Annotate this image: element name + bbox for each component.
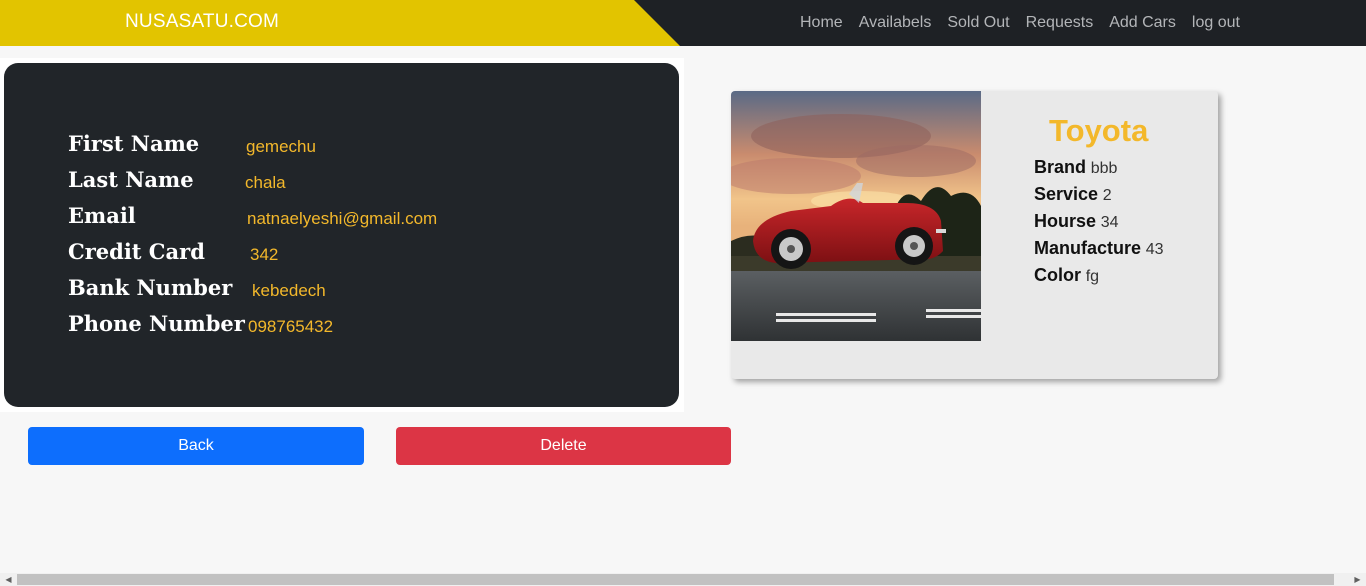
field-credit-card: Credit Card	[68, 239, 205, 264]
car-detail-value: 43	[1145, 241, 1164, 258]
field-label: Bank Number	[68, 275, 233, 300]
car-detail-value: 34	[1100, 214, 1119, 231]
car-detail-key: Color	[1034, 265, 1081, 285]
field-value-credit-card: 342	[250, 245, 279, 264]
nav-link-sold-out[interactable]: Sold Out	[939, 14, 1017, 32]
car-detail-key: Service	[1034, 184, 1099, 204]
nav-link-log-out[interactable]: log out	[1184, 14, 1248, 32]
field-value-bank-number: kebedech	[252, 281, 326, 300]
car-detail-brand: Brand bbb	[1034, 157, 1164, 184]
car-detail-value: 2	[1102, 187, 1112, 204]
car-card: Toyota Brand bbb Service 2 Hourse 34 Man…	[731, 91, 1218, 379]
nav-links: Home Availabels Sold Out Requests Add Ca…	[792, 0, 1248, 46]
scrollbar-thumb[interactable]	[17, 574, 1334, 585]
car-detail-value: fg	[1085, 268, 1100, 285]
car-detail-service: Service 2	[1034, 184, 1164, 211]
car-detail-manufacture: Manufacture 43	[1034, 238, 1164, 265]
car-title: Toyota	[1049, 113, 1149, 148]
car-detail-key: Brand	[1034, 157, 1087, 177]
back-button[interactable]: Back	[28, 427, 364, 465]
user-info-wrapper: First Name gemechu Last Name chala Email…	[0, 58, 684, 412]
field-value-last-name: chala	[245, 173, 286, 192]
delete-button[interactable]: Delete	[396, 427, 731, 465]
field-value-phone-number: 098765432	[248, 317, 334, 336]
field-last-name: Last Name	[68, 167, 194, 192]
field-value-email: natnaelyeshi@gmail.com	[247, 209, 438, 228]
car-detail-value: bbb	[1090, 160, 1118, 177]
car-detail-color: Color fg	[1034, 265, 1164, 292]
field-label: First Name	[68, 131, 200, 156]
field-phone-number: Phone Number	[68, 311, 245, 336]
field-label: Last Name	[68, 167, 194, 192]
field-label: Credit Card	[68, 239, 205, 264]
field-first-name: First Name	[68, 131, 199, 156]
nav-link-home[interactable]: Home	[792, 14, 851, 32]
nav-link-requests[interactable]: Requests	[1018, 14, 1102, 32]
field-bank-number: Bank Number	[68, 275, 232, 300]
user-info-card: First Name gemechu Last Name chala Email…	[4, 63, 679, 407]
field-email: Email	[68, 203, 136, 228]
car-image	[731, 91, 981, 341]
horizontal-scrollbar[interactable]: ◀ ▶	[0, 573, 1366, 586]
top-navbar: NUSASATU.COM Home Availabels Sold Out Re…	[0, 0, 1366, 46]
car-detail-hourse: Hourse 34	[1034, 211, 1164, 238]
car-details: Brand bbb Service 2 Hourse 34 Manufactur…	[1034, 157, 1164, 292]
car-detail-key: Hourse	[1034, 211, 1097, 231]
scroll-left-arrow-icon[interactable]: ◀	[0, 573, 17, 586]
field-label: Email	[68, 203, 136, 228]
nav-link-availabels[interactable]: Availabels	[851, 14, 940, 32]
scroll-right-arrow-icon[interactable]: ▶	[1349, 573, 1366, 586]
field-label: Phone Number	[68, 311, 245, 336]
brand-logo[interactable]: NUSASATU.COM	[125, 11, 279, 33]
car-detail-key: Manufacture	[1034, 238, 1142, 258]
field-value-first-name: gemechu	[246, 137, 316, 156]
nav-link-add-cars[interactable]: Add Cars	[1101, 14, 1184, 32]
brand-background	[0, 0, 680, 46]
